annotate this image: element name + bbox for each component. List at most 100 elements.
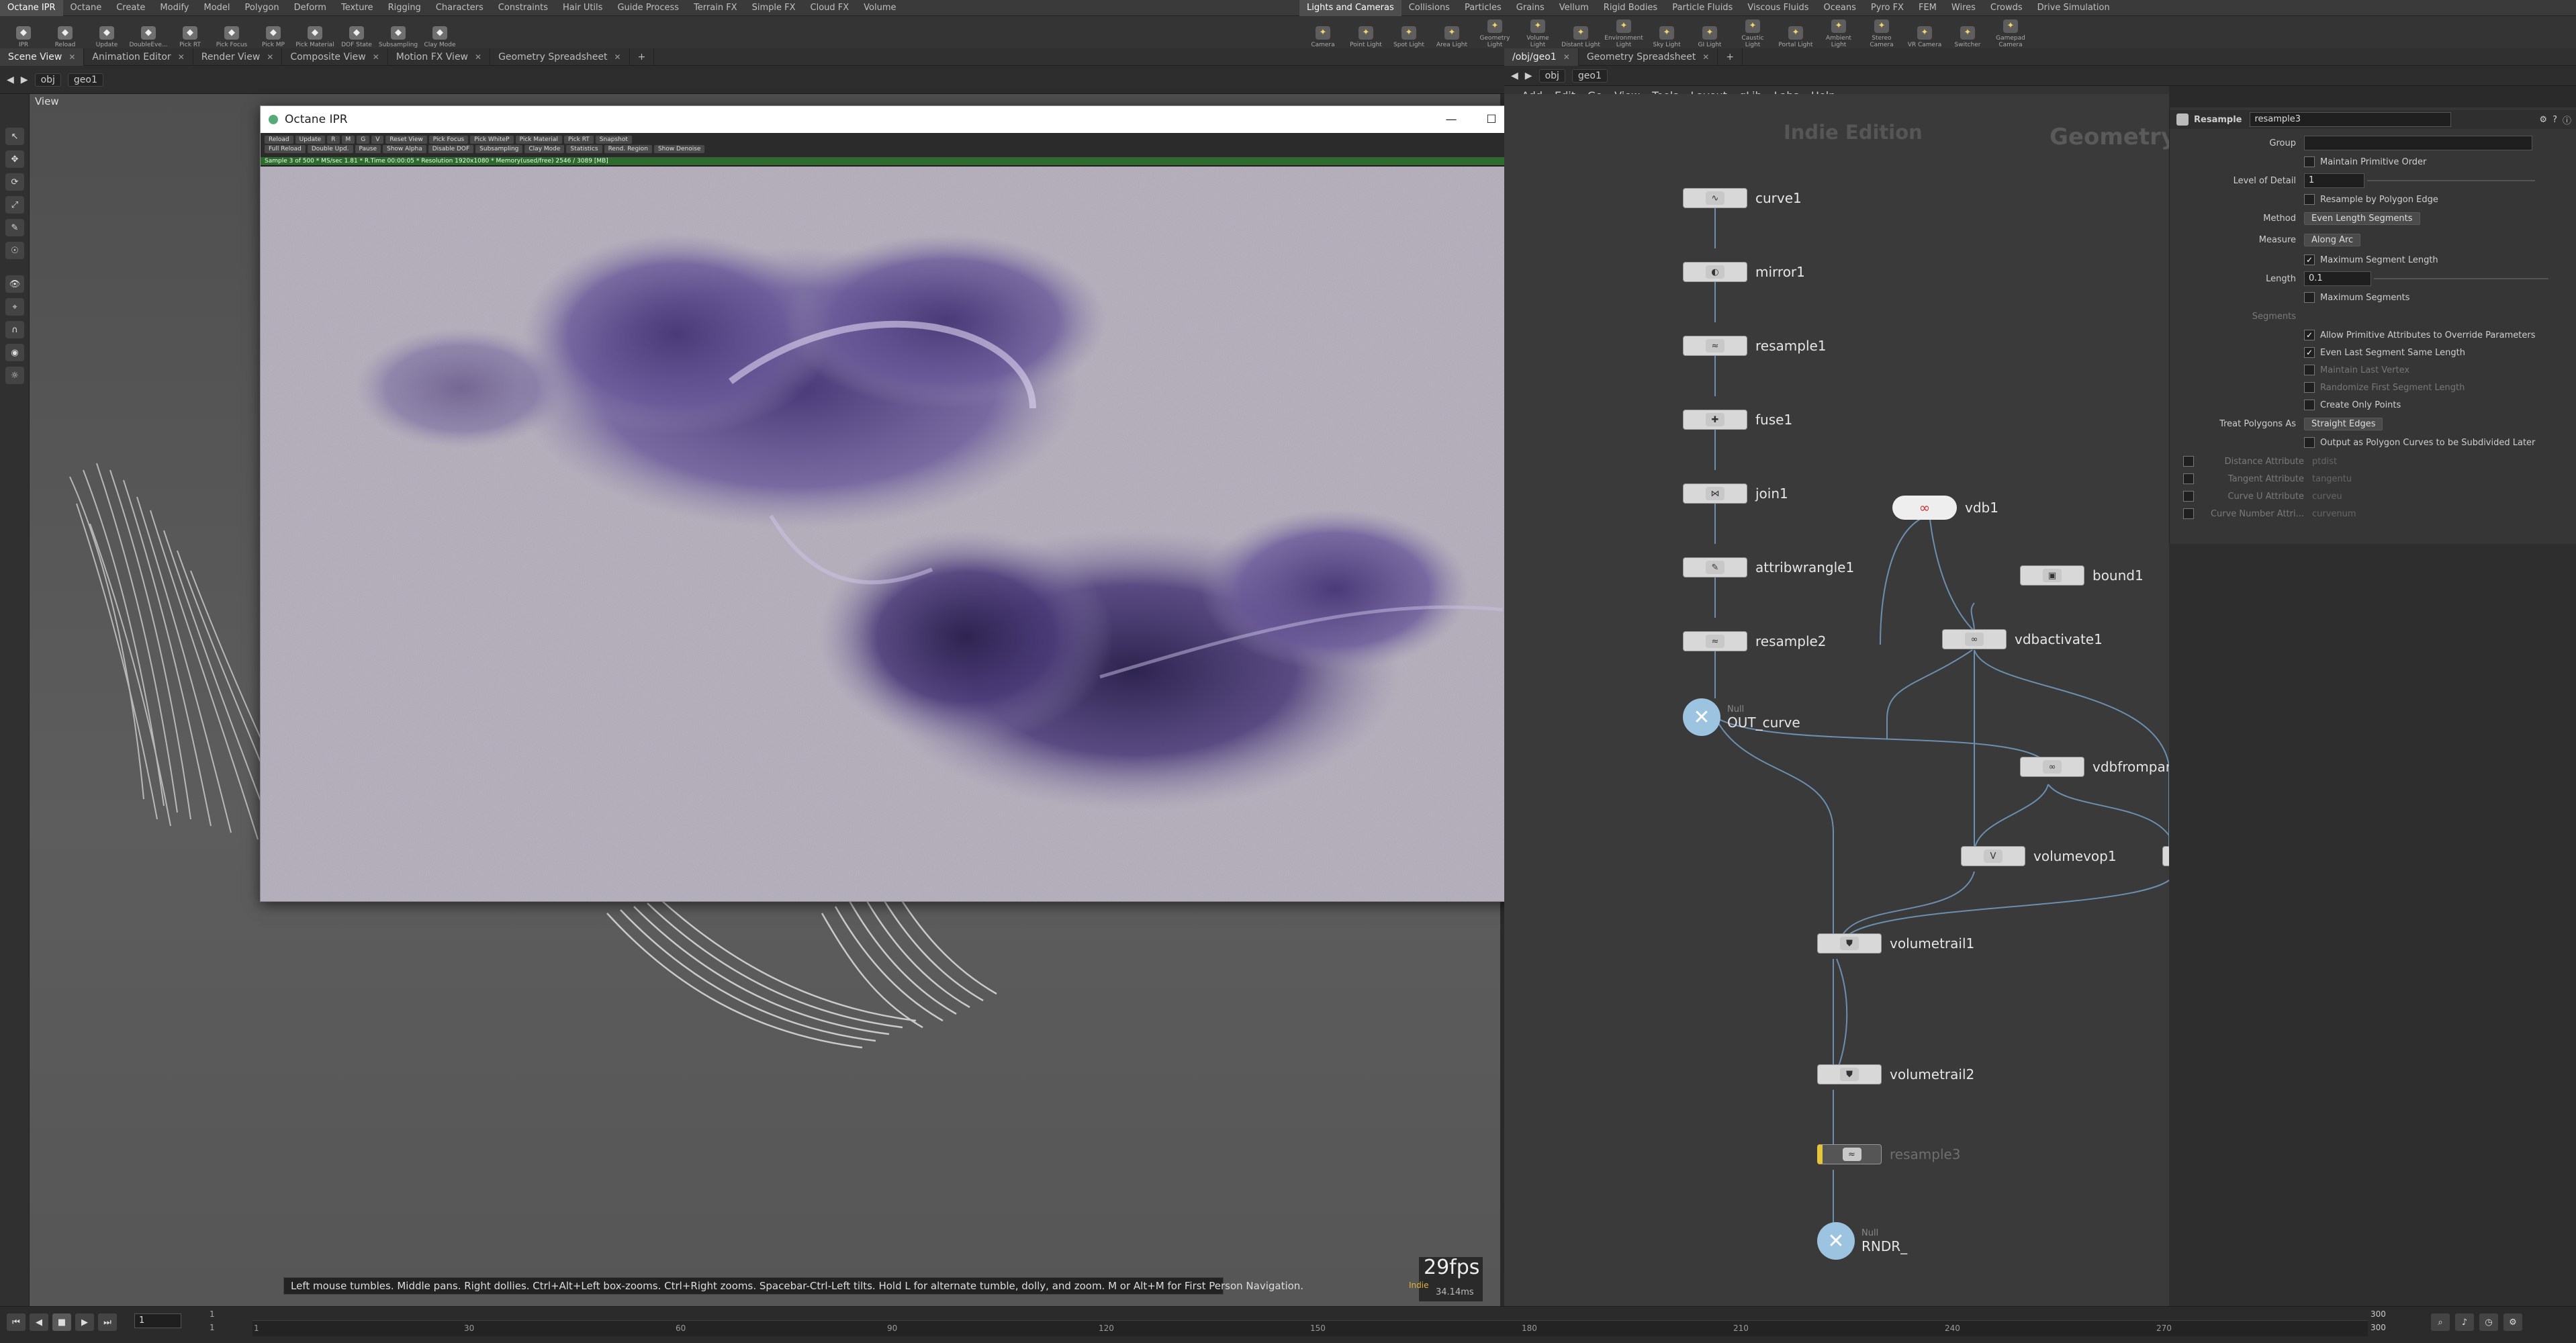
group-field[interactable] (2304, 136, 2532, 150)
forward-arrow-icon[interactable]: ▶ (21, 75, 28, 85)
shelf-tab[interactable]: Polygon (238, 0, 287, 16)
shelf-tool[interactable]: ✦ Distant Light (1561, 17, 1600, 48)
ipr-button[interactable]: Pick RT (563, 136, 594, 144)
node-resample2[interactable]: ≈ resample2 (1683, 631, 1827, 651)
octane-ipr-window[interactable]: Octane IPR — ☐ ✕ ReloadUpdateRMGVReset V… (260, 105, 1549, 902)
dist-attr-value[interactable]: ptdist (2312, 457, 2337, 467)
info-icon[interactable]: ⓘ (2563, 113, 2571, 126)
ipr-button[interactable]: V (371, 136, 384, 144)
max-seg-len-checkbox[interactable]: ✓ (2304, 254, 2315, 265)
maintain-last-checkbox[interactable] (2304, 365, 2315, 375)
node-volumetrail2[interactable]: ⛊ volumetrail2 (1817, 1064, 1974, 1084)
shelf-tool[interactable]: ✦ GI Light (1690, 17, 1729, 48)
shelf-tab[interactable]: Terrain FX (686, 0, 745, 16)
shelf-tab[interactable]: Modify (152, 0, 196, 16)
timeline[interactable]: ⏮ ◀ ■ ▶ ⏭ 1 1 1 1 30 60 90 120 150 180 210 240 27… (0, 1306, 2576, 1343)
shelf-tab[interactable]: Hair Utils (555, 0, 610, 16)
shelf-tool[interactable]: ✦ Geometry Light (1475, 17, 1514, 48)
shelf-tab[interactable]: Grains (1509, 0, 1552, 16)
treat-dropdown[interactable]: Straight Edges (2304, 417, 2383, 430)
shelf-tab[interactable]: Rigid Bodies (1596, 0, 1665, 16)
key-icon[interactable]: ⌕ (2431, 1313, 2450, 1331)
network-editor[interactable]: ∿ curve1 ◐ mirror1 ≈ resample1 ✚ fuse1 ⋈ join1 ✎ at… (1504, 94, 2318, 1306)
help-icon[interactable]: ? (2552, 115, 2557, 125)
measure-dropdown[interactable]: Along Arc (2304, 233, 2361, 246)
shelf-tool[interactable]: ✦ Caustic Light (1733, 17, 1772, 48)
shelf-tab[interactable]: Pyro FX (1864, 0, 1911, 16)
magnet-icon[interactable]: ∩ (5, 321, 24, 338)
node-mirror1[interactable]: ◐ mirror1 (1683, 262, 1805, 282)
shelf-tab[interactable]: Crowds (1983, 0, 2030, 16)
tan-attr-checkbox[interactable] (2183, 473, 2194, 484)
shelf-tool[interactable]: ◆ Pick MP (254, 17, 293, 48)
length-field[interactable]: 0.1 (2304, 271, 2371, 286)
ipr-button[interactable]: G (357, 136, 370, 144)
start-frame-2[interactable]: 1 (210, 1323, 215, 1332)
shelf-tool[interactable]: ✦ Spot Light (1389, 17, 1428, 48)
ipr-button[interactable]: Double Upd. (307, 145, 353, 153)
light-icon[interactable]: ☼ (5, 367, 24, 384)
select-tool-icon[interactable]: ↖ (5, 128, 24, 145)
shelf-tool[interactable]: ✦ Sky Light (1647, 17, 1686, 48)
ipr-button[interactable]: Show Alpha (382, 145, 426, 153)
end-frame[interactable]: 300 (2371, 1309, 2386, 1319)
shelf-tab[interactable]: Viscous Fluids (1740, 0, 1816, 16)
pane-tab[interactable]: Render View ✕ (193, 48, 283, 66)
jump-end-icon[interactable]: ⏭ (98, 1313, 117, 1331)
shelf-tab[interactable]: Particles (1457, 0, 1509, 16)
shelf-tab[interactable]: Guide Process (610, 0, 686, 16)
shelf-tool[interactable]: ◆ IPR (4, 17, 43, 48)
shelf-tab[interactable]: Characters (428, 0, 491, 16)
shelf-tool[interactable]: ✦ Volume Light (1518, 17, 1557, 48)
close-tab-icon[interactable]: ✕ (1702, 48, 1709, 66)
path-geo[interactable]: geo1 (67, 73, 103, 87)
ipr-button[interactable]: Pause (355, 145, 381, 153)
shelf-tab[interactable]: Drive Simulation (2030, 0, 2117, 16)
pane-tab[interactable]: Composite View ✕ (282, 48, 388, 66)
shelf-tool[interactable]: ✦ Area Light (1432, 17, 1471, 48)
shelf-tool[interactable]: ◆ Pick Focus (212, 17, 251, 48)
lod-slider[interactable] (2367, 180, 2535, 181)
ipr-button[interactable]: Statistics (566, 145, 602, 153)
ipr-button[interactable]: Show Denoise (653, 145, 705, 153)
poly-edge-checkbox[interactable] (2304, 194, 2315, 205)
ipr-button[interactable]: R (327, 136, 340, 144)
shelf-tab[interactable]: Particle Fluids (1665, 0, 1740, 16)
shelf-tab[interactable]: Create (109, 0, 152, 16)
rotate-tool-icon[interactable]: ⟳ (5, 173, 24, 191)
node-vdbactivate1[interactable]: ∞ vdbactivate1 (1942, 629, 2103, 649)
timeline-track[interactable]: 1 30 60 90 120 150 180 210 240 270 (252, 1320, 2368, 1336)
close-tab-icon[interactable]: ✕ (178, 48, 185, 66)
close-tab-icon[interactable]: ✕ (475, 48, 481, 66)
ipr-button[interactable]: Subsampling (475, 145, 523, 153)
ipr-button[interactable]: Rend. Region (604, 145, 652, 153)
close-tab-icon[interactable]: ✕ (373, 48, 379, 66)
shelf-tab[interactable]: Octane (63, 0, 109, 16)
shelf-tool[interactable]: ◆ Pick RT (171, 17, 210, 48)
node-name-field[interactable]: resample3 (2250, 112, 2452, 127)
shelf-tool[interactable]: ◆ Update (87, 17, 126, 48)
shelf-tab[interactable]: Texture (334, 0, 381, 16)
pose-tool-icon[interactable]: ☉ (5, 242, 24, 259)
close-tab-icon[interactable]: ✕ (68, 48, 75, 66)
minimize-icon[interactable]: — (1434, 113, 1468, 126)
curveu-attr-value[interactable]: curveu (2312, 492, 2342, 502)
gear-icon[interactable]: ⚙ (2539, 115, 2547, 125)
ipr-button[interactable]: Pick WhiteP (470, 136, 514, 144)
shelf-tool[interactable]: ◆ Reload (46, 17, 85, 48)
shelf-tab[interactable]: FEM (1911, 0, 1944, 16)
node-curve1[interactable]: ∿ curve1 (1683, 188, 1802, 208)
node-fuse1[interactable]: ✚ fuse1 (1683, 410, 1792, 430)
shelf-tab[interactable]: Oceans (1816, 0, 1864, 16)
close-tab-icon[interactable]: ✕ (614, 48, 621, 66)
close-tab-icon[interactable]: ✕ (267, 48, 273, 66)
ipr-button[interactable]: Snapshot (595, 136, 632, 144)
lod-field[interactable]: 1 (2304, 173, 2364, 188)
pane-tab[interactable]: /obj/geo1 ✕ (1504, 48, 1579, 66)
realtime-icon[interactable]: ◷ (2479, 1313, 2498, 1331)
pane-tab[interactable]: Scene View ✕ (0, 48, 85, 66)
shelf-tab[interactable]: Wires (1944, 0, 1983, 16)
dist-attr-checkbox[interactable] (2183, 456, 2194, 467)
shelf-tool[interactable]: ◆ DoubleEve... (129, 17, 168, 48)
shelf-tool[interactable]: ✦ Point Light (1346, 17, 1385, 48)
